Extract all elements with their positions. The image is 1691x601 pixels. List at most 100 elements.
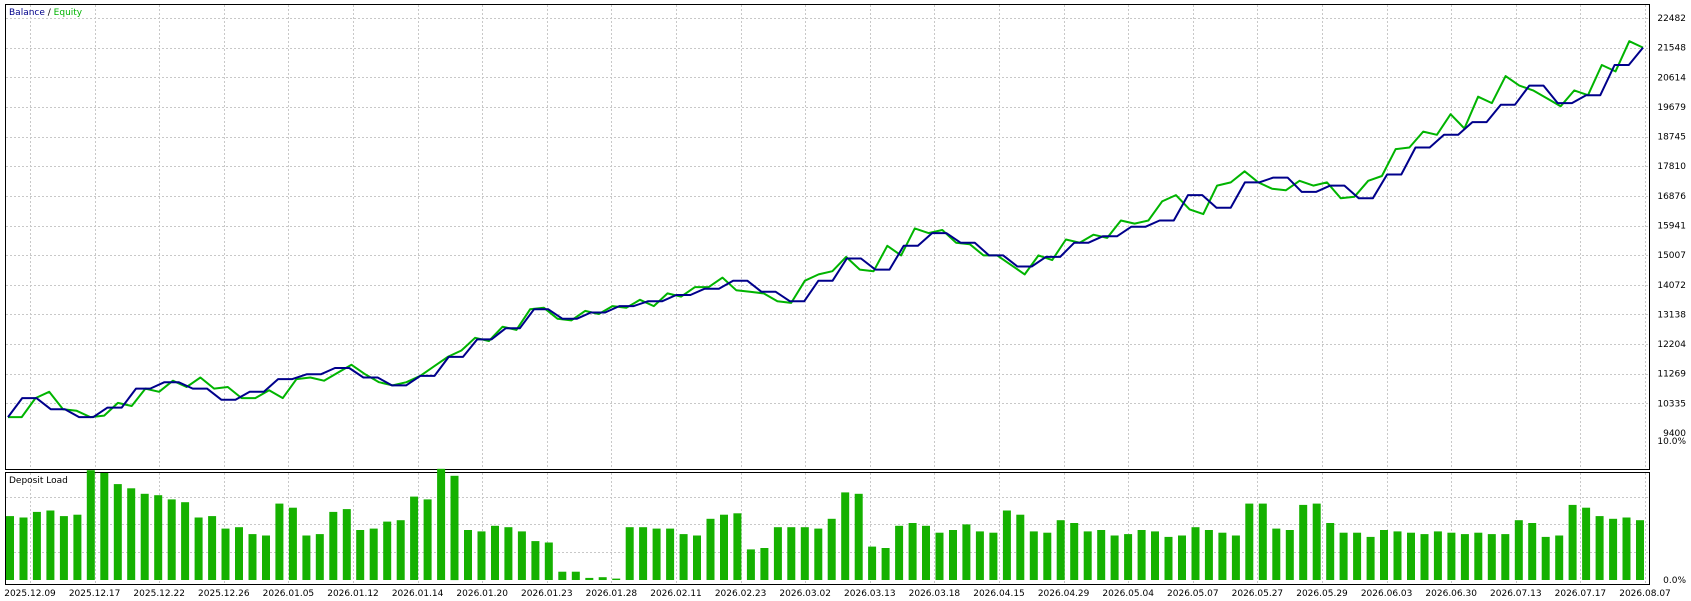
deposit-load-bar (464, 530, 472, 580)
legend-balance: Balance (9, 8, 45, 18)
y-tick-label: 20614 (1657, 73, 1686, 83)
x-tick-label: 2025.12.17 (69, 589, 121, 599)
deposit-load-bar (760, 548, 769, 580)
x-tick-label: 2026.01.14 (392, 589, 444, 599)
deposit-load-bar (773, 527, 782, 580)
legend-separator: / (45, 8, 54, 18)
deposit-load-bar (329, 511, 338, 580)
x-tick-label: 2026.05.29 (1296, 589, 1348, 599)
deposit-load-bar (598, 577, 607, 580)
deposit-load-bar (1595, 516, 1604, 580)
deposit-load-bar (1636, 520, 1644, 580)
deposit-load-bar (1326, 523, 1335, 580)
deposit-load-bar (1178, 535, 1186, 580)
y-tick-label: 0.0% (1663, 576, 1686, 586)
deposit-load-bar (1407, 532, 1415, 580)
deposit-load-bar (450, 475, 459, 581)
deposit-load-bar (800, 527, 809, 580)
deposit-load-bar (585, 577, 594, 580)
deposit-load-bar (1555, 535, 1564, 580)
deposit-load-bar (895, 525, 904, 580)
deposit-load-bar (73, 514, 82, 580)
deposit-load-bar (814, 528, 823, 580)
y-tick-label: 22482 (1657, 14, 1686, 24)
deposit-load-bar (1218, 532, 1227, 580)
deposit-load-bar (491, 525, 499, 580)
balance-equity-lines (7, 40, 1644, 419)
x-tick-label: 2026.04.15 (973, 589, 1025, 599)
deposit-load-bar (787, 527, 796, 580)
deposit-load-bar (571, 571, 580, 580)
x-tick-label: 2025.12.22 (133, 589, 185, 599)
deposit-load-bar (181, 502, 190, 580)
deposit-load-bar (86, 470, 95, 580)
x-tick-label: 2026.06.03 (1361, 589, 1413, 599)
deposit-load-bar (746, 549, 755, 580)
deposit-load-bar (275, 503, 284, 580)
deposit-load-bar (854, 493, 863, 580)
deposit-load-bar (1339, 532, 1348, 580)
deposit-load-bar (989, 532, 998, 580)
deposit-load-bar (1433, 531, 1442, 580)
deposit-load-bar (140, 493, 149, 580)
deposit-load-bar (679, 534, 688, 580)
deposit-load-bar (1097, 530, 1106, 580)
deposit-load-bar (1460, 534, 1469, 580)
deposit-load-bar (410, 496, 419, 580)
deposit-load-bar (1541, 536, 1550, 580)
deposit-load-bar (949, 530, 957, 580)
deposit-load-bar (881, 548, 890, 580)
deposit-load-bar (1258, 503, 1267, 580)
deposit-load-bar (1487, 534, 1496, 580)
deposit-load-bar (127, 488, 136, 580)
deposit-load-bar (1285, 530, 1294, 580)
deposit-load-bar (1002, 510, 1011, 580)
deposit-load-bar (1474, 532, 1483, 580)
deposit-load-bar (369, 528, 378, 580)
deposit-load-bar (1231, 535, 1240, 580)
deposit-load-bar (1514, 520, 1523, 580)
deposit-load-bar (1016, 514, 1025, 580)
y-tick-label: 15007 (1657, 251, 1686, 261)
deposit-load-y-axis: 10.0% 0.0% (1657, 437, 1686, 586)
deposit-load-bar (868, 546, 877, 580)
deposit-load-bar (1380, 530, 1388, 580)
deposit-load-bar (19, 517, 28, 580)
deposit-load-bar (612, 578, 621, 580)
x-tick-label: 2026.01.20 (456, 589, 508, 599)
deposit-load-bar (1568, 504, 1577, 580)
deposit-load-bar (1609, 518, 1618, 580)
x-tick-label: 2026.02.11 (650, 589, 702, 599)
deposit-load-bar (32, 511, 41, 580)
x-tick-label: 2026.06.30 (1425, 589, 1477, 599)
deposit-load-bar (1272, 528, 1281, 580)
tester-graph: 22482 21548 20614 19679 18745 17810 16876 15941… (0, 0, 1691, 601)
equity-y-axis: 22482 21548 20614 19679 18745 17810 16876 15941… (1657, 14, 1686, 439)
deposit-load-bar (517, 531, 526, 580)
y-tick-label: 12204 (1657, 340, 1686, 350)
deposit-load-bar (922, 525, 930, 580)
deposit-load-bar (706, 518, 715, 580)
deposit-load-bar (208, 516, 217, 580)
y-tick-label: 15941 (1657, 222, 1686, 232)
y-tick-label: 10.0% (1657, 437, 1686, 447)
deposit-load-bar (733, 513, 742, 580)
deposit-load-bar (693, 535, 701, 580)
deposit-load-bar (666, 528, 675, 580)
y-tick-label: 16876 (1657, 192, 1686, 202)
deposit-load-bar (1191, 527, 1200, 580)
deposit-load-bar (1137, 530, 1146, 580)
deposit-load-bar (1582, 507, 1591, 580)
deposit-load-bar (437, 468, 446, 580)
x-tick-label: 2026.01.23 (521, 589, 573, 599)
y-tick-label: 13138 (1657, 310, 1686, 320)
equity-chart-grid (6, 5, 1649, 469)
deposit-load-bar (1043, 532, 1052, 580)
deposit-load-bar (1029, 531, 1038, 580)
deposit-load-bar (625, 527, 634, 580)
deposit-load-bar (1366, 536, 1375, 580)
deposit-load-bar (315, 534, 324, 580)
deposit-load-bar (1299, 504, 1308, 580)
x-tick-label: 2026.02.23 (715, 589, 767, 599)
x-tick-label: 2026.01.28 (586, 589, 638, 599)
